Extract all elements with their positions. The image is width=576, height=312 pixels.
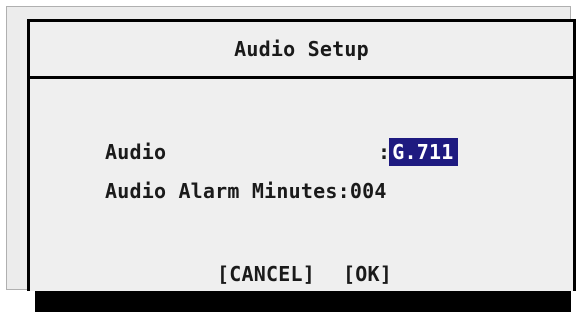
- dialog-frame: Audio Setup Audio: G.711 Audio Alarm Minu…: [27, 19, 576, 291]
- alarm-minutes-field-row[interactable]: Audio Alarm Minutes:004: [105, 179, 387, 203]
- cancel-button[interactable]: [CANCEL]: [217, 262, 315, 286]
- button-bar: [CANCEL] [OK]: [30, 262, 573, 286]
- dialog-shadow: [35, 290, 571, 312]
- audio-setup-dialog: Audio Setup Audio: G.711 Audio Alarm Minu…: [6, 6, 576, 291]
- audio-value-selected[interactable]: G.711: [389, 138, 459, 166]
- ok-button[interactable]: [OK]: [343, 262, 392, 286]
- alarm-minutes-separator: :: [337, 179, 350, 203]
- alarm-minutes-value[interactable]: 004: [350, 179, 387, 203]
- dialog-title: Audio Setup: [234, 37, 369, 61]
- audio-field-row[interactable]: Audio: G.711: [105, 138, 459, 166]
- audio-label: Audio: [105, 140, 167, 164]
- screen: Audio Setup Audio: G.711 Audio Alarm Minu…: [0, 0, 576, 312]
- title-bar: Audio Setup: [30, 22, 573, 79]
- alarm-minutes-label: Audio Alarm Minutes: [105, 179, 338, 203]
